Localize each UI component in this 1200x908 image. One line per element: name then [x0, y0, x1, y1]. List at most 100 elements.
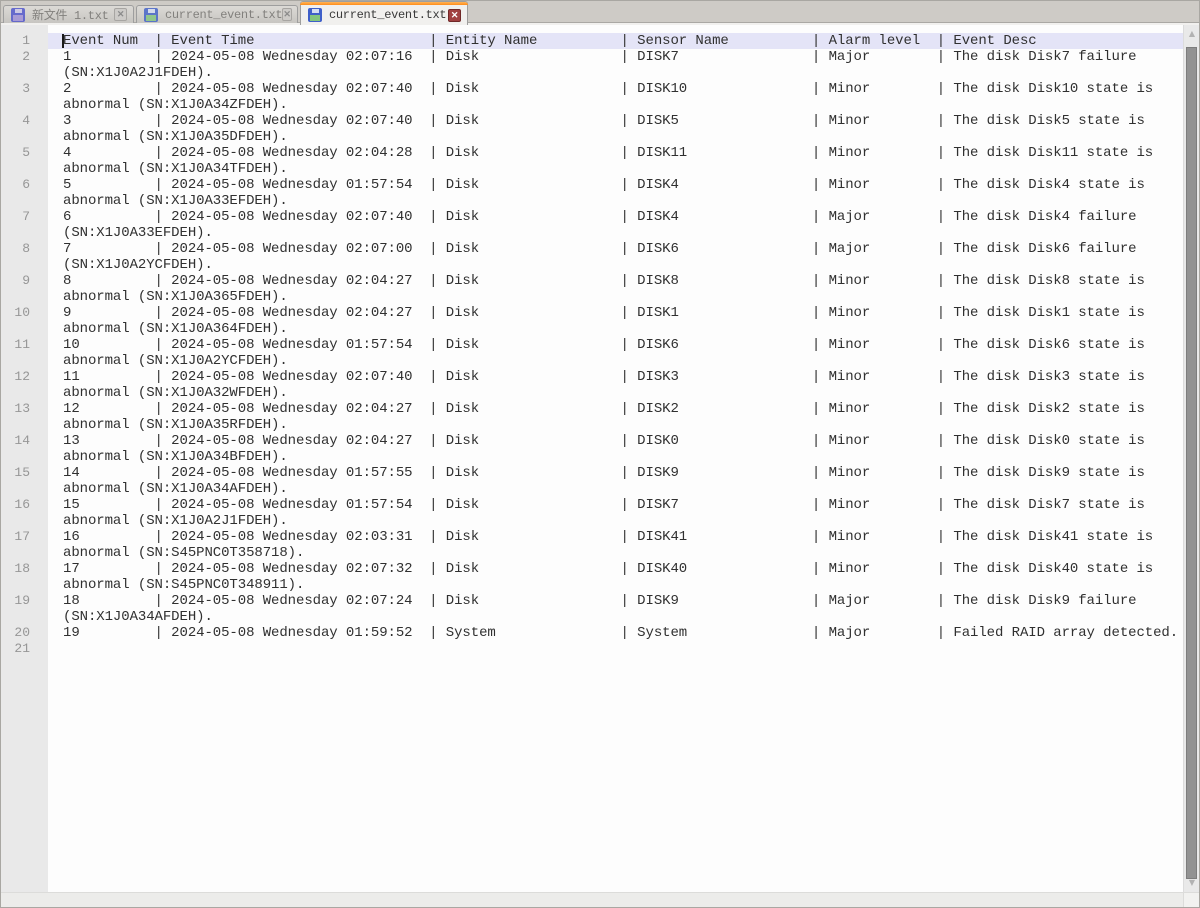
line-number — [1, 481, 48, 497]
text-line[interactable]: 1 | 2024-05-08 Wednesday 02:07:16 | Disk… — [48, 49, 1183, 65]
text-line[interactable]: 13 | 2024-05-08 Wednesday 02:04:27 | Dis… — [48, 433, 1183, 449]
line-number: 3 — [1, 81, 48, 97]
line-number-gutter[interactable]: 123456789101112131415161718192021 — [1, 25, 48, 892]
line-number: 5 — [1, 145, 48, 161]
tab-label: current_event.txt — [329, 8, 446, 22]
line-number — [1, 193, 48, 209]
close-icon[interactable]: ✕ — [282, 8, 291, 21]
text-line[interactable]: abnormal (SN:X1J0A35RFDEH). — [48, 417, 1183, 433]
line-number — [1, 385, 48, 401]
line-number: 16 — [1, 497, 48, 513]
text-editor[interactable]: 123456789101112131415161718192021 Event … — [1, 25, 1199, 892]
tab-label: 新文件 1.txt — [32, 6, 109, 23]
text-line[interactable]: (SN:X1J0A2YCFDEH). — [48, 257, 1183, 273]
vertical-scrollbar-thumb[interactable] — [1186, 47, 1197, 879]
text-line[interactable]: 8 | 2024-05-08 Wednesday 02:04:27 | Disk… — [48, 273, 1183, 289]
line-number: 15 — [1, 465, 48, 481]
line-number — [1, 513, 48, 529]
text-line[interactable]: 11 | 2024-05-08 Wednesday 02:07:40 | Dis… — [48, 369, 1183, 385]
text-line[interactable]: abnormal (SN:X1J0A34ZFDEH). — [48, 97, 1183, 113]
line-number: 1 — [1, 33, 48, 49]
line-number: 18 — [1, 561, 48, 577]
line-number: 2 — [1, 49, 48, 65]
line-number: 14 — [1, 433, 48, 449]
horizontal-scrollbar[interactable] — [1, 892, 1183, 907]
line-number: 21 — [1, 641, 48, 657]
text-line[interactable]: 14 | 2024-05-08 Wednesday 01:57:55 | Dis… — [48, 465, 1183, 481]
line-number — [1, 289, 48, 305]
line-number: 20 — [1, 625, 48, 641]
text-line[interactable]: abnormal (SN:X1J0A2YCFDEH). — [48, 353, 1183, 369]
text-line[interactable] — [48, 641, 1183, 657]
line-number — [1, 545, 48, 561]
line-number — [1, 417, 48, 433]
text-line[interactable]: abnormal (SN:X1J0A364FDEH). — [48, 321, 1183, 337]
text-line[interactable]: (SN:X1J0A33EFDEH). — [48, 225, 1183, 241]
text-line[interactable]: 7 | 2024-05-08 Wednesday 02:07:00 | Disk… — [48, 241, 1183, 257]
line-number — [1, 97, 48, 113]
text-line[interactable]: abnormal (SN:X1J0A34TFDEH). — [48, 161, 1183, 177]
tab-current-event-1[interactable]: current_event.txt ✕ — [136, 5, 298, 23]
save-icon — [11, 8, 25, 22]
scrollbar-corner — [1183, 892, 1199, 907]
line-number — [1, 65, 48, 81]
text-line[interactable]: 16 | 2024-05-08 Wednesday 02:03:31 | Dis… — [48, 529, 1183, 545]
text-line[interactable]: (SN:X1J0A34AFDEH). — [48, 609, 1183, 625]
text-line[interactable]: abnormal (SN:X1J0A34BFDEH). — [48, 449, 1183, 465]
close-icon[interactable]: ✕ — [448, 9, 461, 22]
line-number: 4 — [1, 113, 48, 129]
text-line[interactable]: 12 | 2024-05-08 Wednesday 02:04:27 | Dis… — [48, 401, 1183, 417]
line-number — [1, 257, 48, 273]
scroll-down-arrow[interactable]: ▼ — [1184, 876, 1199, 890]
line-number — [1, 161, 48, 177]
editor-window: 新文件 1.txt ✕ current_event.txt ✕ current_… — [0, 0, 1200, 908]
text-line[interactable]: 2 | 2024-05-08 Wednesday 02:07:40 | Disk… — [48, 81, 1183, 97]
line-number — [1, 577, 48, 593]
line-number: 8 — [1, 241, 48, 257]
line-number — [1, 129, 48, 145]
line-number: 7 — [1, 209, 48, 225]
text-line[interactable]: abnormal (SN:X1J0A33EFDEH). — [48, 193, 1183, 209]
line-number — [1, 225, 48, 241]
line-number: 6 — [1, 177, 48, 193]
text-line[interactable]: 4 | 2024-05-08 Wednesday 02:04:28 | Disk… — [48, 145, 1183, 161]
text-line[interactable]: 18 | 2024-05-08 Wednesday 02:07:24 | Dis… — [48, 593, 1183, 609]
text-line[interactable]: abnormal (SN:S45PNC0T358718). — [48, 545, 1183, 561]
tab-label: current_event.txt — [165, 8, 282, 22]
text-line[interactable]: abnormal (SN:X1J0A34AFDEH). — [48, 481, 1183, 497]
text-line[interactable]: 19 | 2024-05-08 Wednesday 01:59:52 | Sys… — [48, 625, 1183, 641]
line-number: 9 — [1, 273, 48, 289]
line-number: 12 — [1, 369, 48, 385]
scroll-up-arrow[interactable]: ▲ — [1184, 27, 1199, 41]
text-line[interactable]: 10 | 2024-05-08 Wednesday 01:57:54 | Dis… — [48, 337, 1183, 353]
text-line[interactable]: abnormal (SN:X1J0A32WFDEH). — [48, 385, 1183, 401]
text-caret — [62, 34, 64, 48]
tab-current-event-2-active[interactable]: current_event.txt ✕ — [300, 1, 468, 25]
line-number — [1, 353, 48, 369]
tab-bar: 新文件 1.txt ✕ current_event.txt ✕ current_… — [1, 1, 1199, 25]
text-line[interactable]: abnormal (SN:S45PNC0T348911). — [48, 577, 1183, 593]
line-number: 17 — [1, 529, 48, 545]
text-line[interactable]: 5 | 2024-05-08 Wednesday 01:57:54 | Disk… — [48, 177, 1183, 193]
text-line[interactable]: (SN:X1J0A2J1FDEH). — [48, 65, 1183, 81]
close-icon[interactable]: ✕ — [114, 8, 127, 21]
text-line[interactable]: abnormal (SN:X1J0A35DFDEH). — [48, 129, 1183, 145]
text-line[interactable]: 9 | 2024-05-08 Wednesday 02:04:27 | Disk… — [48, 305, 1183, 321]
text-line[interactable]: 3 | 2024-05-08 Wednesday 02:07:40 | Disk… — [48, 113, 1183, 129]
line-number: 19 — [1, 593, 48, 609]
text-line[interactable]: 15 | 2024-05-08 Wednesday 01:57:54 | Dis… — [48, 497, 1183, 513]
text-line[interactable]: 6 | 2024-05-08 Wednesday 02:07:40 | Disk… — [48, 209, 1183, 225]
tab-new-file-1[interactable]: 新文件 1.txt ✕ — [3, 5, 134, 23]
save-icon — [308, 8, 322, 22]
current-line[interactable]: Event Num | Event Time | Entity Name | S… — [48, 33, 1183, 49]
line-number — [1, 321, 48, 337]
line-number — [1, 449, 48, 465]
save-icon — [144, 8, 158, 22]
text-line[interactable]: abnormal (SN:X1J0A2J1FDEH). — [48, 513, 1183, 529]
vertical-scrollbar[interactable]: ▲ ▼ — [1183, 25, 1199, 892]
line-number: 11 — [1, 337, 48, 353]
editor-content[interactable]: Event Num | Event Time | Entity Name | S… — [48, 25, 1183, 892]
line-number — [1, 609, 48, 625]
text-line[interactable]: 17 | 2024-05-08 Wednesday 02:07:32 | Dis… — [48, 561, 1183, 577]
text-line[interactable]: abnormal (SN:X1J0A365FDEH). — [48, 289, 1183, 305]
